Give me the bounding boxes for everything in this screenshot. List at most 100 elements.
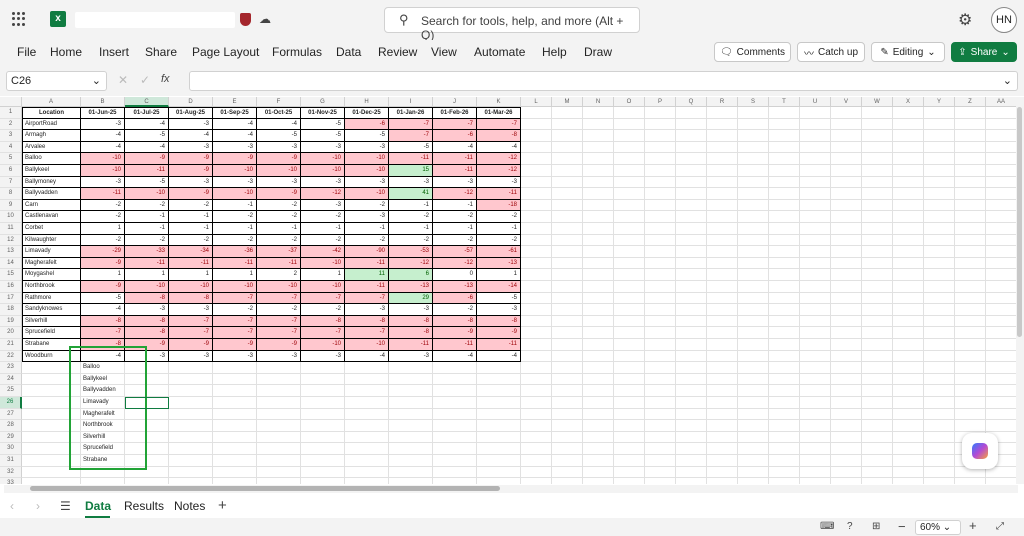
grid-cell[interactable] [213, 385, 257, 397]
grid-cell[interactable] [769, 246, 800, 258]
grid-cell[interactable] [645, 211, 676, 223]
grid-cell[interactable] [707, 141, 738, 154]
value-cell[interactable]: 1 [169, 269, 213, 281]
grid-cell[interactable] [521, 269, 552, 281]
grid-cell[interactable] [831, 397, 862, 409]
location-cell[interactable]: Arvalee [22, 141, 81, 154]
grid-cell[interactable] [552, 153, 583, 165]
grid-cell[interactable] [955, 234, 986, 247]
add-sheet-icon[interactable]: + [218, 497, 227, 514]
column-header[interactable]: D [169, 97, 213, 107]
zoom-select[interactable]: 60% ⌄ [915, 520, 961, 535]
grid-cell[interactable] [614, 199, 645, 212]
grid-cell[interactable] [257, 443, 301, 455]
fullscreen-icon[interactable]: ⤢ [996, 521, 1004, 532]
value-cell[interactable]: 1 [213, 269, 257, 281]
row-header[interactable]: 10 [0, 211, 22, 223]
grid-cell[interactable] [614, 141, 645, 154]
grid-cell[interactable] [645, 408, 676, 421]
grid-cell[interactable] [477, 443, 521, 455]
grid-cell[interactable] [924, 339, 955, 351]
grid-cell[interactable] [645, 362, 676, 374]
grid-cell[interactable] [955, 257, 986, 270]
value-cell[interactable]: -10 [125, 281, 169, 293]
grid-cell[interactable] [924, 246, 955, 258]
column-header[interactable]: AA [986, 97, 1017, 107]
grid-cell[interactable] [22, 373, 81, 386]
grid-cell[interactable] [893, 165, 924, 177]
row-header[interactable]: 22 [0, 350, 22, 363]
grid-cell[interactable] [521, 362, 552, 374]
value-cell[interactable]: -11 [433, 153, 477, 165]
grid-cell[interactable] [924, 211, 955, 223]
grid-cell[interactable] [645, 188, 676, 200]
grid-cell[interactable] [924, 373, 955, 386]
grid-cell[interactable] [831, 292, 862, 305]
grid-cell[interactable] [738, 385, 769, 397]
value-cell[interactable]: -2 [433, 304, 477, 316]
grid-cell[interactable] [583, 420, 614, 432]
value-cell[interactable]: -13 [477, 257, 521, 270]
value-cell[interactable]: -7 [345, 292, 389, 305]
formula-input[interactable]: ⌄ [189, 71, 1018, 91]
value-cell[interactable]: 1 [81, 223, 125, 235]
grid-cell[interactable] [862, 176, 893, 189]
grid-cell[interactable] [521, 455, 552, 467]
value-cell[interactable]: -4 [125, 141, 169, 154]
grid-cell[interactable] [769, 223, 800, 235]
value-cell[interactable]: -2 [301, 304, 345, 316]
grid-cell[interactable] [645, 420, 676, 432]
value-cell[interactable]: -3 [213, 350, 257, 363]
column-header[interactable]: K [477, 97, 521, 107]
grid-cell[interactable] [831, 431, 862, 444]
grid-cell[interactable] [345, 466, 389, 479]
grid-cell[interactable] [738, 315, 769, 328]
value-cell[interactable]: -9 [213, 339, 257, 351]
grid-cell[interactable] [552, 455, 583, 467]
grid-cell[interactable] [738, 141, 769, 154]
value-cell[interactable]: -8 [345, 315, 389, 328]
value-cell[interactable]: -7 [169, 315, 213, 328]
value-cell[interactable]: -1 [433, 223, 477, 235]
grid-cell[interactable] [769, 327, 800, 339]
grid-cell[interactable] [477, 362, 521, 374]
value-cell[interactable]: -1 [169, 211, 213, 223]
grid-cell[interactable] [893, 234, 924, 247]
grid-cell[interactable] [862, 455, 893, 467]
grid-cell[interactable] [893, 315, 924, 328]
grid-cell[interactable] [169, 408, 213, 421]
value-cell[interactable]: -3 [213, 176, 257, 189]
grid-cell[interactable] [893, 478, 924, 484]
grid-cell[interactable] [552, 420, 583, 432]
value-cell[interactable]: -36 [213, 246, 257, 258]
grid-cell[interactable] [986, 269, 1017, 281]
grid-cell[interactable] [552, 246, 583, 258]
grid-cell[interactable] [831, 118, 862, 131]
value-cell[interactable]: -12 [301, 188, 345, 200]
value-cell[interactable]: -7 [301, 327, 345, 339]
grid-cell[interactable] [831, 408, 862, 421]
value-cell[interactable]: -10 [81, 153, 125, 165]
value-cell[interactable]: -57 [433, 246, 477, 258]
grid-cell[interactable] [831, 188, 862, 200]
grid-cell[interactable] [552, 118, 583, 131]
column-header[interactable]: G [301, 97, 345, 107]
grid-cell[interactable] [707, 455, 738, 467]
grid-cell[interactable] [986, 408, 1017, 421]
grid-cell[interactable] [257, 397, 301, 409]
grid-cell[interactable] [521, 234, 552, 247]
grid-cell[interactable] [169, 420, 213, 432]
value-cell[interactable]: -11 [433, 339, 477, 351]
grid-cell[interactable] [169, 373, 213, 386]
grid-cell[interactable] [583, 118, 614, 131]
grid-cell[interactable] [769, 350, 800, 363]
grid-cell[interactable] [645, 431, 676, 444]
column-header[interactable]: E [213, 97, 257, 107]
value-cell[interactable]: -10 [301, 153, 345, 165]
grid-cell[interactable] [831, 176, 862, 189]
grid-cell[interactable] [893, 107, 924, 119]
table-header-cell[interactable]: 01-Aug-25 [169, 107, 213, 119]
grid-cell[interactable] [924, 188, 955, 200]
menu-insert[interactable]: Insert [99, 45, 129, 59]
grid-cell[interactable] [769, 478, 800, 484]
